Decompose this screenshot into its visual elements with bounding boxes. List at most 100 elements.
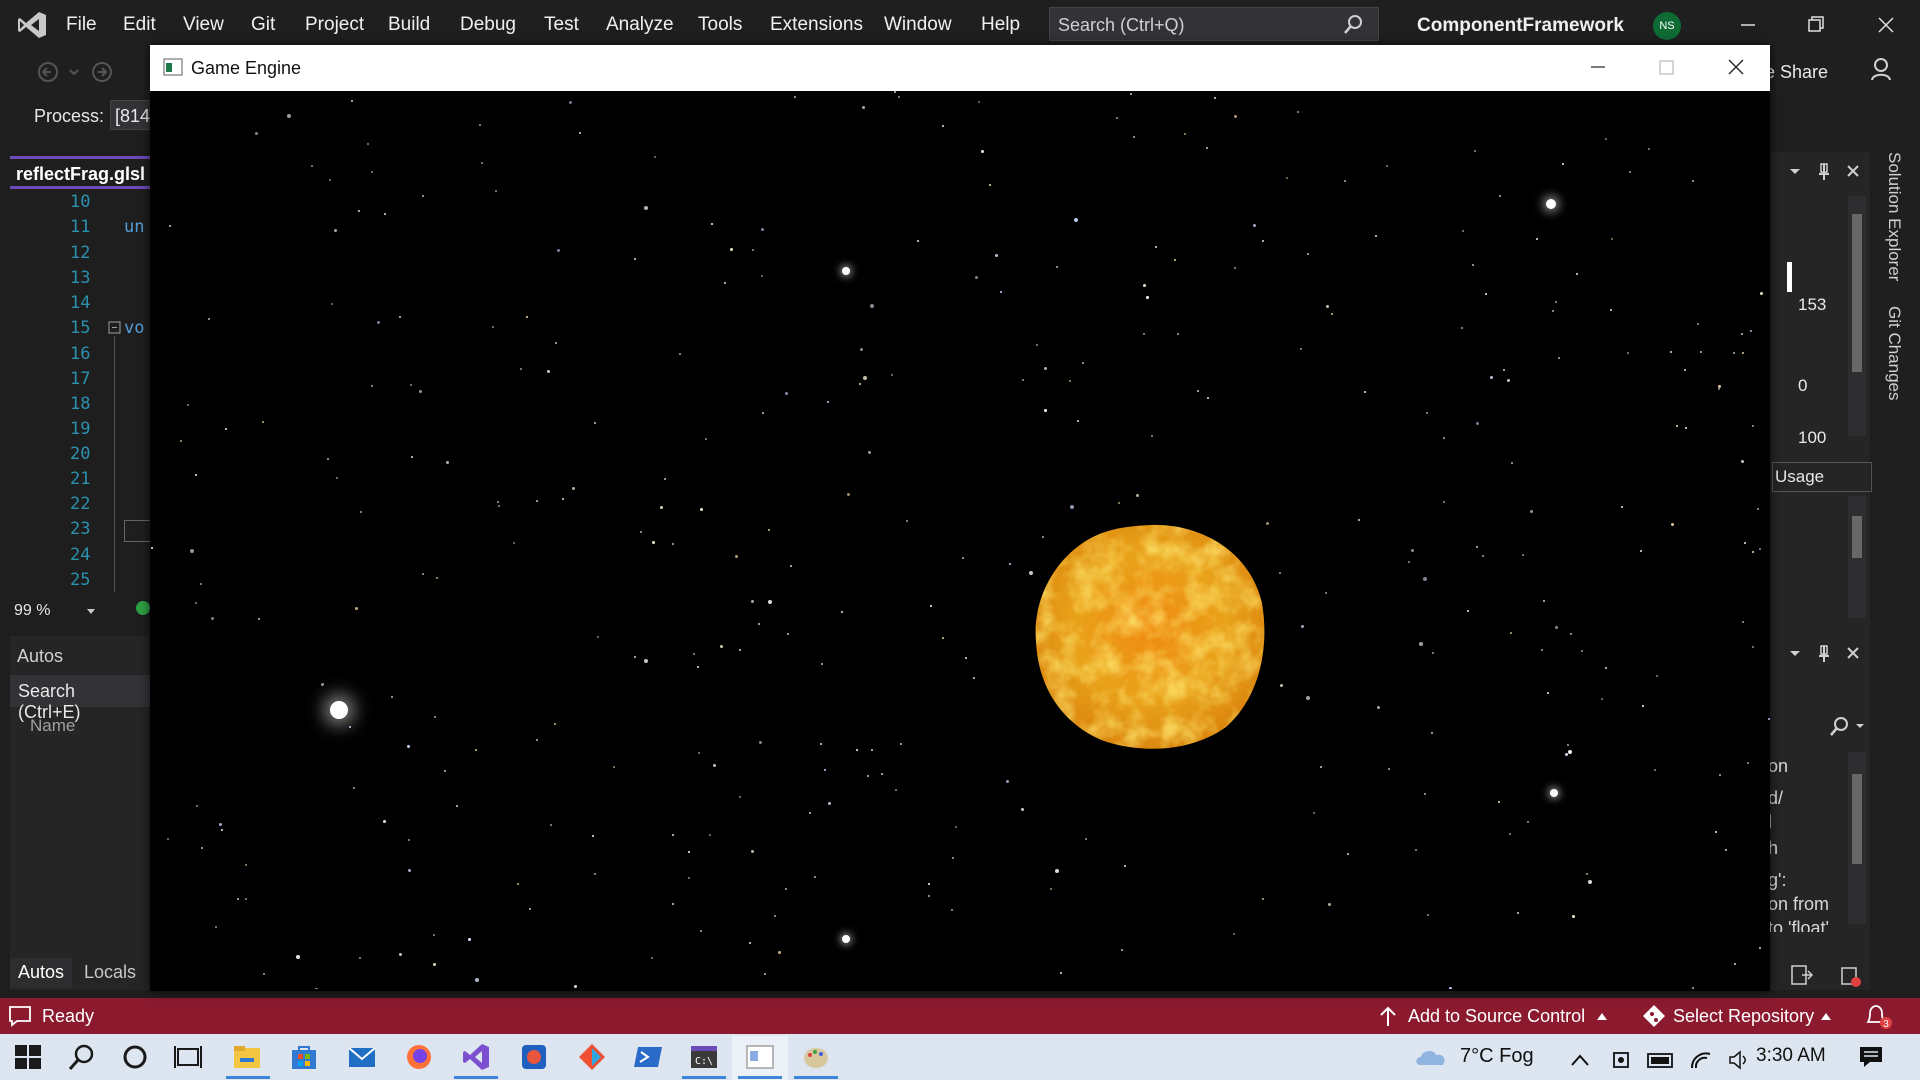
console-icon[interactable]: C:\ [688,1041,720,1073]
line-number: 21 [70,469,91,489]
notifications-bell-icon[interactable]: 3 [1862,1002,1894,1030]
solution-explorer-tab[interactable]: Solution Explorer [1884,152,1904,281]
star [1768,718,1770,720]
star [1511,462,1513,464]
close-icon[interactable] [1866,10,1906,40]
search-icon[interactable] [66,1041,98,1073]
tab-locals[interactable]: Locals [76,958,144,987]
slider-marker[interactable] [1787,262,1792,292]
star [1021,808,1024,811]
maximize-icon[interactable] [1646,52,1686,82]
app-icon[interactable] [518,1041,550,1073]
menu-project[interactable]: Project [305,14,364,36]
powershell-icon[interactable] [632,1041,664,1073]
cloud-fog-icon[interactable] [1414,1045,1454,1069]
line-number: 20 [70,444,91,464]
star [1050,888,1052,890]
scrollbar-thumb[interactable] [1852,516,1862,558]
action-center-icon[interactable] [1858,1045,1884,1069]
git-client-icon[interactable] [576,1041,608,1073]
star [672,834,674,836]
tab-autos[interactable]: Autos [10,958,72,988]
star [1234,267,1236,269]
task-view-icon[interactable] [172,1041,204,1073]
minimize-icon[interactable] [1728,10,1768,40]
star [1074,218,1078,222]
code-line-15[interactable]: vo [124,318,144,338]
game-window-title-bar[interactable] [150,45,1770,91]
output-footer-icons[interactable] [1788,962,1878,988]
star [190,549,194,553]
star [498,505,500,507]
star [787,633,789,635]
weather-widget[interactable]: 7°C Fog [1460,1045,1534,1068]
menu-window[interactable]: Window [884,14,952,36]
output-scrollbar-thumb[interactable] [1852,774,1862,864]
star [962,557,964,559]
editor-tab-underline [10,186,150,189]
collapse-icon[interactable] [108,321,122,335]
star [1552,310,1554,312]
menu-git[interactable]: Git [251,14,275,36]
live-share-button[interactable]: e Share [1765,62,1828,83]
firefox-icon[interactable] [403,1041,435,1073]
user-avatar[interactable]: NS [1653,12,1681,40]
usage-tab[interactable]: Usage [1772,462,1872,492]
scrollbar-thumb[interactable] [1852,214,1862,372]
taskbar-clock[interactable]: 3:30 AM [1756,1045,1826,1067]
star [1358,519,1360,521]
menu-test[interactable]: Test [544,14,579,36]
visual-studio-icon[interactable] [460,1041,492,1073]
star [377,321,380,324]
search-icon [1344,15,1362,34]
game-viewport[interactable] [150,91,1770,989]
star [1206,147,1208,149]
restore-icon[interactable] [1796,10,1836,40]
system-tray-icons[interactable] [1570,1048,1750,1072]
vs-search-box[interactable]: Search (Ctrl+Q) [1049,7,1379,41]
output-panel-header-icons[interactable] [1788,642,1878,666]
menu-help[interactable]: Help [981,14,1020,36]
menu-extensions[interactable]: Extensions [770,14,863,36]
star [215,926,217,928]
menu-build[interactable]: Build [388,14,430,36]
star [860,348,863,351]
menu-edit[interactable]: Edit [123,14,156,36]
close-icon[interactable] [1716,52,1756,82]
mail-icon[interactable] [346,1041,378,1073]
zoom-level-dropdown[interactable]: 99 % [10,600,150,624]
menu-analyze[interactable]: Analyze [606,14,674,36]
store-icon[interactable] [288,1041,320,1073]
no-issues-icon[interactable] [136,601,150,615]
menu-file[interactable]: File [66,14,97,36]
star [1070,505,1074,509]
minimize-icon[interactable] [1578,52,1618,82]
paint-icon[interactable] [800,1041,832,1073]
add-to-source-control-button[interactable]: Add to Source Control [1408,1006,1585,1027]
windows-start-icon[interactable] [12,1041,44,1073]
visual-studio-logo-icon[interactable] [16,10,48,40]
editor-tab-reflectfrag[interactable]: reflectFrag.glsl [10,156,150,188]
select-repository-button[interactable]: Select Repository [1673,1006,1814,1027]
output-window-icon[interactable] [8,1004,32,1028]
star [794,96,796,98]
star [768,600,772,604]
star [759,741,762,744]
star [868,451,871,454]
search-icon[interactable] [1826,716,1866,738]
star [778,951,781,954]
panel-header-icons[interactable] [1788,160,1878,184]
star [1700,351,1702,353]
nav-back-forward-icon[interactable] [34,60,114,84]
cortana-icon[interactable] [119,1041,151,1073]
menu-view[interactable]: View [183,14,224,36]
autos-name-column-header[interactable]: Name [30,716,75,736]
menu-tools[interactable]: Tools [698,14,742,36]
star [355,607,358,610]
autos-search-input[interactable]: Search (Ctrl+E) [10,675,150,722]
code-line-11[interactable]: un [124,217,144,237]
feedback-icon[interactable] [1868,56,1894,82]
menu-debug[interactable]: Debug [460,14,516,36]
git-changes-tab[interactable]: Git Changes [1884,306,1904,401]
file-explorer-icon[interactable] [231,1041,263,1073]
